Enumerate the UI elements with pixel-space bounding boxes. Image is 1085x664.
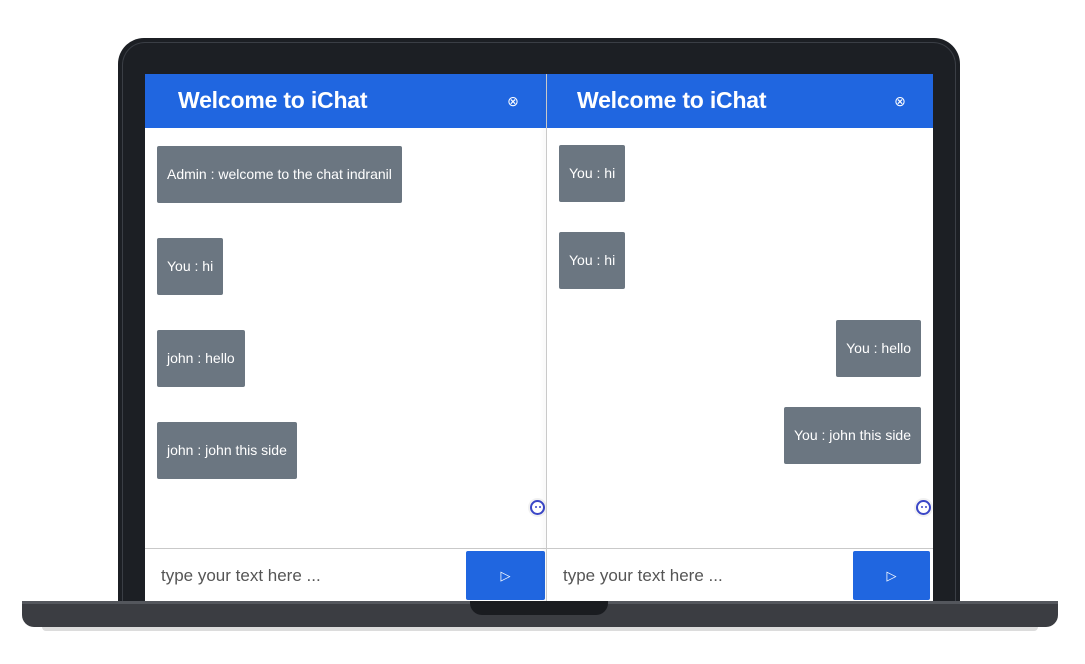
- message-bubble: You : hi: [559, 232, 626, 289]
- message-bubble: Admin : welcome to the chat indranil: [157, 146, 402, 203]
- chat-header: Welcome to iChat ⊗: [145, 74, 546, 128]
- bot-avatar-wrap: [914, 498, 933, 517]
- chat-title: Welcome to iChat: [178, 87, 368, 113]
- message-bubble: You : hello: [836, 320, 921, 377]
- message-bubble: You : hi: [157, 238, 224, 295]
- message-bubble: You : hi: [559, 145, 626, 202]
- chat-title: Welcome to iChat: [577, 87, 767, 113]
- close-icon[interactable]: ⊗: [894, 94, 906, 108]
- bot-face-icon[interactable]: [530, 500, 545, 515]
- message-input[interactable]: [145, 549, 463, 602]
- message-bubble: You : john this side: [783, 407, 921, 464]
- bot-avatar-wrap: [528, 498, 546, 517]
- send-icon: ▷: [500, 568, 511, 583]
- chat-window-left: Welcome to iChat ⊗ Admin : welcome to th…: [145, 74, 546, 602]
- laptop-notch: [470, 601, 608, 615]
- close-icon[interactable]: ⊗: [507, 94, 519, 108]
- chat-window-right: Welcome to iChat ⊗ You : hi You : hi You…: [547, 74, 933, 602]
- message-input-bar: ▷: [547, 548, 933, 602]
- laptop-base-shadow: [42, 627, 1038, 631]
- send-icon: ▷: [886, 568, 897, 583]
- message-bubble: john : john this side: [157, 422, 297, 479]
- chat-header: Welcome to iChat ⊗: [547, 74, 933, 128]
- send-button[interactable]: ▷: [853, 551, 930, 600]
- message-bubble: john : hello: [157, 330, 245, 387]
- message-input[interactable]: [547, 549, 855, 602]
- message-input-bar: ▷: [145, 548, 546, 602]
- laptop-screen: Welcome to iChat ⊗ Admin : welcome to th…: [145, 74, 933, 602]
- bot-face-icon[interactable]: [916, 500, 931, 515]
- send-button[interactable]: ▷: [466, 551, 545, 600]
